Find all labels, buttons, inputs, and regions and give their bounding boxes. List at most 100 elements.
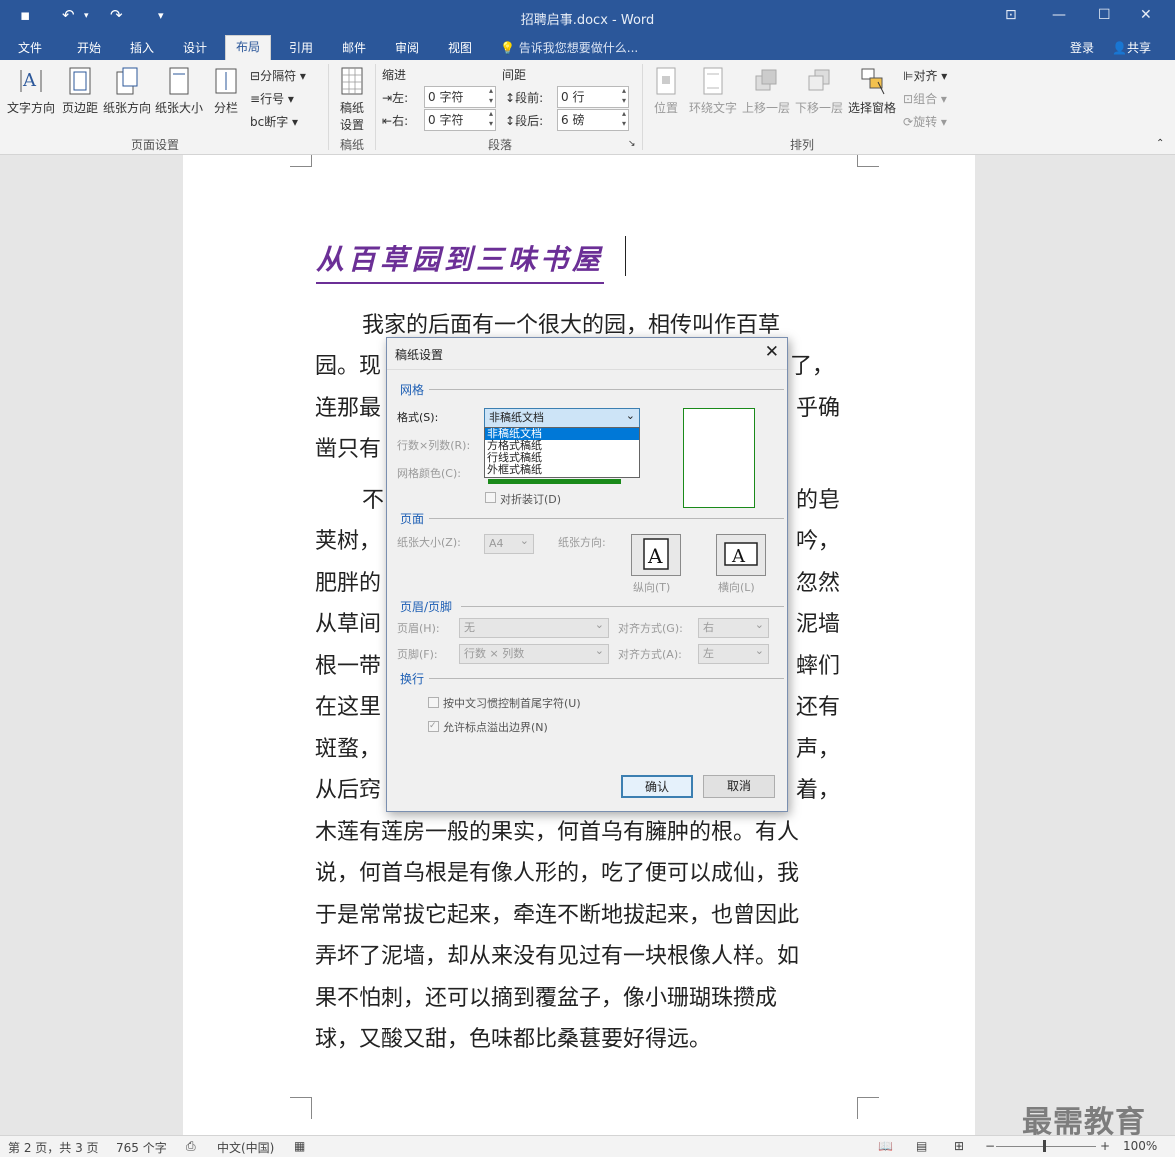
fold-checkbox[interactable] [485, 492, 496, 503]
grid-color-swatch[interactable] [488, 479, 621, 484]
doc-line[interactable]: 凿只有 [315, 431, 381, 463]
login-button[interactable]: 登录 [1070, 38, 1094, 60]
line-numbers-button[interactable]: ≡行号 ▾ [250, 90, 294, 107]
footer-align-select[interactable]: 左 [698, 642, 769, 664]
word-count[interactable]: 765 个字 [116, 1139, 167, 1156]
doc-line[interactable]: 蟀们 [796, 648, 840, 680]
tab-layout[interactable]: 布局 [225, 35, 272, 60]
doc-line[interactable]: 肥胖的 [315, 565, 381, 597]
doc-line[interactable]: 不 [362, 482, 384, 514]
paragraph-dialog-launcher-icon[interactable]: ↘ [628, 139, 636, 149]
tab-home[interactable]: 开始 [77, 38, 101, 60]
wrap-text-button[interactable]: 环绕文字 [688, 66, 738, 116]
format-label: 格式(S): [397, 411, 439, 424]
minimize-icon[interactable]: — [1052, 7, 1066, 23]
document-title[interactable]: 从百草园到三味书屋 [316, 238, 605, 284]
share-button[interactable]: 👤共享 [1112, 38, 1151, 60]
header-select[interactable]: 无 [459, 616, 609, 638]
doc-line[interactable]: 乎确 [796, 390, 840, 422]
language[interactable]: 中文(中国) [217, 1139, 274, 1156]
text-direction-button[interactable]: A 文字方向 [6, 66, 56, 116]
doc-line[interactable]: 荚树， [315, 523, 381, 555]
doc-line[interactable]: 于是常常拔它起来，牵连不断地拔起来，也曾因此 [315, 897, 799, 929]
ok-button[interactable]: 确认 [621, 775, 693, 798]
fold-label: 对折装订(D) [500, 493, 562, 506]
page-count[interactable]: 第 2 页，共 3 页 [8, 1139, 99, 1156]
group-button[interactable]: ⊡组合 ▾ [903, 90, 947, 107]
doc-line[interactable]: 果不怕刺，还可以摘到覆盆子，像小珊瑚珠攒成 [315, 980, 777, 1012]
tab-file[interactable]: 文件 [18, 38, 42, 60]
landscape-button[interactable]: A [716, 534, 766, 576]
doc-line[interactable]: 连那最 [315, 390, 381, 422]
orientation-button[interactable]: 纸张方向 [102, 66, 152, 116]
spacing-after-input[interactable]: 6 磅 [557, 109, 629, 131]
read-mode-icon[interactable]: 📖 [878, 1139, 893, 1153]
close-icon[interactable]: ✕ [765, 342, 779, 362]
header-align-select[interactable]: 右 [698, 616, 769, 638]
print-layout-icon[interactable]: ▤ [916, 1139, 927, 1153]
tab-review[interactable]: 审阅 [395, 38, 419, 60]
doc-line[interactable]: 声， [796, 731, 840, 763]
maximize-icon[interactable]: ☐ [1098, 7, 1111, 23]
manuscript-settings-button[interactable]: 稿纸 设置 [336, 66, 368, 133]
wrap-option1-checkbox[interactable] [428, 697, 439, 708]
selection-pane-button[interactable]: 选择窗格 [847, 66, 897, 116]
collapse-ribbon-icon[interactable]: ⌃ [1156, 138, 1164, 149]
rotate-button[interactable]: ⟳旋转 ▾ [903, 113, 947, 130]
doc-line[interactable]: 园。现 [315, 348, 381, 380]
doc-line[interactable]: 木莲有莲房一般的果实，何首乌有臃肿的根。有人 [315, 814, 799, 846]
doc-line[interactable]: 从后窍 [315, 772, 381, 804]
ribbon-display-icon[interactable]: ⊡ [1005, 7, 1017, 23]
wrap-option2-checkbox[interactable]: ✓ [428, 721, 439, 732]
tab-references[interactable]: 引用 [289, 38, 313, 60]
doc-line[interactable]: 泥墙 [796, 606, 840, 638]
doc-line[interactable]: 还有 [796, 689, 840, 721]
close-icon[interactable]: ✕ [1140, 7, 1152, 23]
tab-mailings[interactable]: 邮件 [342, 38, 366, 60]
footer-align-label: 对齐方式(A): [618, 648, 682, 661]
format-option[interactable]: 外框式稿纸 [485, 464, 639, 476]
tell-me-search[interactable]: 💡 告诉我您想要做什么... [500, 38, 638, 60]
proofing-icon[interactable]: ⎙ [186, 1139, 196, 1154]
doc-line[interactable]: 根一带 [315, 648, 381, 680]
zoom-in-icon[interactable]: + [1100, 1139, 1110, 1153]
hyphenation-button[interactable]: bc断字 ▾ [250, 113, 298, 130]
doc-line[interactable]: 在这里 [315, 689, 381, 721]
cancel-button[interactable]: 取消 [703, 775, 775, 798]
zoom-out-icon[interactable]: − [985, 1139, 995, 1153]
tab-view[interactable]: 视图 [448, 38, 472, 60]
bring-forward-button[interactable]: 上移一层 [741, 66, 791, 116]
doc-line[interactable]: 弄坏了泥墙，却从来没有见过有一块根像人样。如 [315, 938, 799, 970]
doc-line[interactable]: 球，又酸又甜，色味都比桑葚要好得远。 [315, 1021, 711, 1053]
position-button[interactable]: 位置 [648, 66, 684, 116]
send-backward-button[interactable]: 下移一层 [794, 66, 844, 116]
doc-line[interactable]: 从草间 [315, 606, 381, 638]
tab-design[interactable]: 设计 [183, 38, 207, 60]
doc-line[interactable]: 吟， [796, 523, 840, 555]
web-layout-icon[interactable]: ⊞ [954, 1139, 964, 1153]
paper-size-select[interactable]: A4 [484, 532, 534, 554]
doc-line[interactable]: 我家的后面有一个很大的园，相传叫作百草 [362, 307, 780, 339]
align-button[interactable]: ⊫对齐 ▾ [903, 67, 947, 84]
macro-icon[interactable]: ▦ [294, 1139, 305, 1153]
columns-button[interactable]: 分栏 [208, 66, 244, 116]
doc-line[interactable]: 的皂 [796, 482, 840, 514]
doc-line[interactable]: 说，何首乌根是有像人形的，吃了便可以成仙，我 [315, 855, 799, 887]
doc-line[interactable]: 着， [796, 772, 840, 804]
tab-insert[interactable]: 插入 [130, 38, 154, 60]
paper-size-button[interactable]: 纸张大小 [154, 66, 204, 116]
spacing-before-input[interactable]: 0 行 [557, 86, 629, 108]
format-select[interactable]: 非稿纸文档 ⌄ [484, 408, 640, 428]
zoom-slider[interactable] [996, 1146, 1096, 1147]
margins-button[interactable]: 页边距 [60, 66, 100, 116]
zoom-level[interactable]: 100% [1123, 1139, 1157, 1153]
doc-line[interactable]: 了， [790, 348, 834, 380]
indent-left-input[interactable]: 0 字符 [424, 86, 496, 108]
footer-select[interactable]: 行数 × 列数 [459, 642, 609, 664]
portrait-button[interactable]: A [631, 534, 681, 576]
indent-right-input[interactable]: 0 字符 [424, 109, 496, 131]
zoom-slider-thumb[interactable] [1043, 1140, 1046, 1152]
doc-line[interactable]: 忽然 [796, 565, 840, 597]
breaks-button[interactable]: ⊟分隔符 ▾ [250, 67, 306, 84]
doc-line[interactable]: 斑蝥， [315, 731, 381, 763]
